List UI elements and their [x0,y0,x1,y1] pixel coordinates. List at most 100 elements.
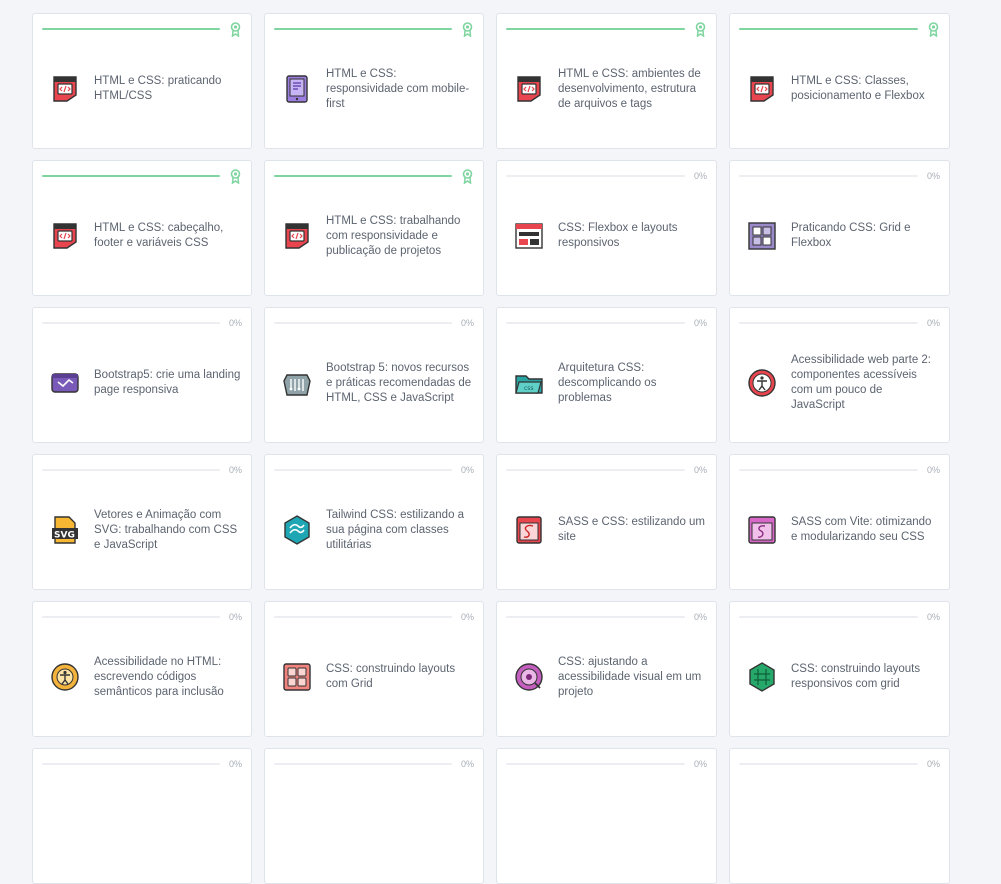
course-title: SASS com Vite: otimizando e modularizand… [791,516,932,543]
course-title: CSS: Flexbox e layouts responsivos [558,222,678,249]
css-folder-icon: css [511,365,547,401]
course-card[interactable]: HTML e CSS: responsividade com mobile-fi… [264,13,484,149]
course-title: Acessibilidade no HTML: escrevendo códig… [94,655,224,698]
progress-bar [739,469,918,471]
progress-fill [274,28,452,30]
completed-badge-icon [693,21,707,37]
course-card[interactable]: HTML e CSS: Classes, posicionamento e Fl… [729,13,950,149]
progress-percent: 0% [926,171,940,181]
accessibility-circle-icon [47,659,83,695]
html-code-icon [744,71,780,107]
course-card[interactable]: 0% [496,748,717,884]
course-card[interactable]: 0% Praticando CSS: Grid e Flexbox [729,160,950,296]
course-title: Bootstrap 5: novos recursos e práticas r… [326,361,472,404]
course-card[interactable]: 0% [729,748,950,884]
course-title: Bootstrap5: crie uma landing page respon… [94,369,241,396]
course-info: HTML e CSS: Classes, posicionamento e Fl… [744,44,939,134]
course-title: Vetores e Animação com SVG: trabalhando … [94,508,238,551]
progress-bar [42,763,220,765]
progress-bar [42,28,220,30]
tailwind-icon [279,512,315,548]
progress-row: 0% [739,169,940,183]
course-info: HTML e CSS: cabeçalho, footer e variávei… [47,191,241,281]
progress-fill [42,28,220,30]
circuit-icon [279,365,315,401]
progress-row: 0% [274,463,474,477]
progress-row: 0% [739,316,940,330]
completed-badge-icon [228,168,242,184]
visual-accessibility-icon [511,659,547,695]
course-info: SVG Vetores e Animação com SVG: trabalhan… [47,485,241,575]
layout-icon [511,218,547,254]
progress-percent: 0% [926,759,940,769]
course-card[interactable]: 0% SASS com Vite: otimizando e modulariza… [729,454,950,590]
progress-percent: 0% [693,465,707,475]
course-title: Praticando CSS: Grid e Flexbox [791,222,911,249]
course-card[interactable]: HTML e CSS: trabalhando com responsivida… [264,160,484,296]
course-card[interactable]: 0% CSS: construindo layouts com Grid [264,601,484,737]
course-info: SASS e CSS: estilizando um site [511,485,706,575]
progress-row: 0% [506,169,707,183]
course-title: Acessibilidade web parte 2: componentes … [791,354,931,411]
course-card[interactable]: 0% css Arquitetura CSS: descomplicando os … [496,307,717,443]
course-info: Praticando CSS: Grid e Flexbox [744,191,939,281]
course-card[interactable]: 0% CSS: construindo layouts responsivos c… [729,601,950,737]
progress-row: 0% [739,610,940,624]
course-info: CSS: ajustando a acessibilidade visual e… [511,632,706,722]
course-card[interactable]: 0% Bootstrap 5: novos recursos e práticas… [264,307,484,443]
course-card[interactable]: 0% Acessibilidade no HTML: escrevendo cód… [32,601,252,737]
course-info: CSS: construindo layouts com Grid [279,632,473,722]
progress-bar [274,175,452,177]
course-card[interactable]: HTML e CSS: cabeçalho, footer e variávei… [32,160,252,296]
html-code-icon [511,71,547,107]
progress-percent: 0% [460,318,474,328]
course-grid: HTML e CSS: praticando HTML/CSS HTML e CS… [32,13,950,884]
progress-row: 0% [506,463,707,477]
course-info: Tailwind CSS: estilizando a sua página c… [279,485,473,575]
html-code-icon [47,71,83,107]
course-info: HTML e CSS: ambientes de desenvolvimento… [511,44,706,134]
course-title: CSS: construindo layouts responsivos com… [791,663,921,690]
course-card[interactable]: 0% [264,748,484,884]
course-card[interactable]: 0% Bootstrap5: crie uma landing page resp… [32,307,252,443]
course-card[interactable]: 0% CSS: ajustando a acessibilidade visual… [496,601,717,737]
html-code-icon [47,218,83,254]
course-info: SASS com Vite: otimizando e modularizand… [744,485,939,575]
course-info: HTML e CSS: responsividade com mobile-fi… [279,44,473,134]
progress-percent: 0% [693,612,707,622]
progress-row: 0% [739,757,940,771]
course-card[interactable]: 0% [32,748,252,884]
course-info: HTML e CSS: praticando HTML/CSS [47,44,241,134]
course-card[interactable]: HTML e CSS: praticando HTML/CSS [32,13,252,149]
progress-percent: 0% [228,612,242,622]
course-card[interactable]: 0% SASS e CSS: estilizando um site [496,454,717,590]
svg-text:SVG: SVG [54,531,75,541]
progress-row [274,21,474,37]
progress-percent: 0% [228,318,242,328]
progress-bar [274,469,452,471]
progress-row: 0% [506,757,707,771]
progress-percent: 0% [228,465,242,475]
progress-bar [274,322,452,324]
progress-row [274,168,474,184]
sass-vite-icon [744,512,780,548]
svg-file-icon: SVG [47,512,83,548]
svg-text:css: css [524,385,534,392]
completed-badge-icon [926,21,940,37]
course-title: Arquitetura CSS: descomplicando os probl… [558,361,657,404]
course-card[interactable]: 0% SVG Vetores e Animação com SVG: trabalh… [32,454,252,590]
course-title: HTML e CSS: responsividade com mobile-fi… [326,67,470,110]
course-title: SASS e CSS: estilizando um site [558,516,706,543]
progress-row: 0% [506,610,707,624]
course-info: CSS: construindo layouts responsivos com… [744,632,939,722]
grid-flexbox-icon [744,218,780,254]
course-card[interactable]: 0% CSS: Flexbox e layouts responsivos [496,160,717,296]
progress-bar [42,175,220,177]
course-card[interactable]: 0% Tailwind CSS: estilizando a sua página… [264,454,484,590]
course-card[interactable]: HTML e CSS: ambientes de desenvolvimento… [496,13,717,149]
progress-percent: 0% [926,465,940,475]
progress-percent: 0% [228,759,242,769]
course-card[interactable]: 0% Acessibilidade web parte 2: componente… [729,307,950,443]
course-info: Bootstrap 5: novos recursos e práticas r… [279,338,473,428]
course-title: CSS: construindo layouts com Grid [326,663,456,690]
